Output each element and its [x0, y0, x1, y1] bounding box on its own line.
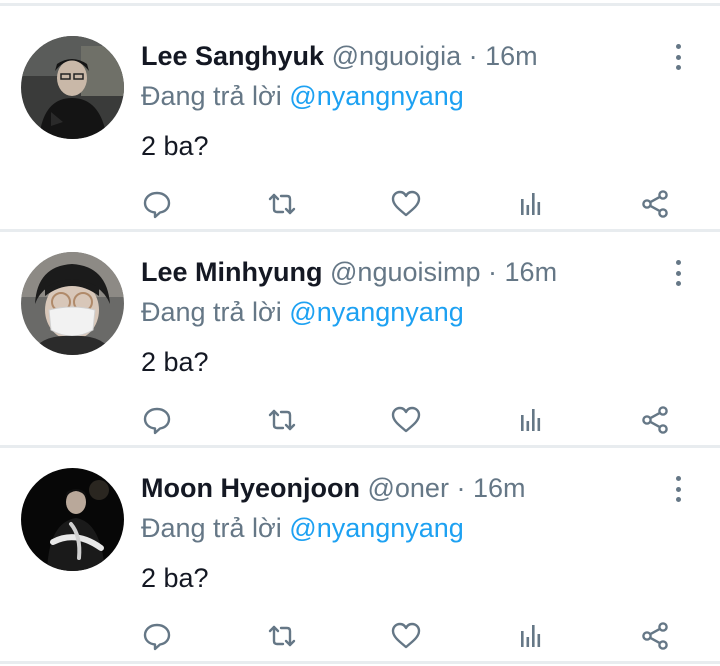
separator-dot: · [468, 41, 478, 71]
share-icon[interactable] [635, 616, 675, 656]
avatar[interactable] [21, 468, 124, 571]
tweet-text: 2 ba? [141, 347, 209, 377]
reply-icon[interactable] [137, 616, 177, 656]
retweet-icon[interactable] [262, 400, 302, 440]
share-icon[interactable] [635, 184, 675, 224]
display-name[interactable]: Moon Hyeonjoon [141, 473, 360, 503]
more-vertical-icon[interactable] [664, 256, 692, 290]
analytics-icon[interactable] [511, 400, 551, 440]
avatar[interactable] [21, 36, 124, 139]
action-bar [0, 400, 720, 440]
action-bar [0, 184, 720, 224]
timestamp[interactable]: 16m [505, 257, 558, 287]
retweet-icon[interactable] [262, 616, 302, 656]
reply-context: Đang trả lời @nyangnyang [141, 508, 464, 548]
timestamp[interactable]: 16m [473, 473, 526, 503]
heart-icon[interactable] [386, 616, 426, 656]
reply-prefix: Đang trả lời [141, 297, 282, 327]
reply-mention-link[interactable]: @nyangnyang [289, 297, 464, 327]
retweet-icon[interactable] [262, 184, 302, 224]
tweet-header: Lee Sanghyuk @nguoigia · 16m [141, 36, 538, 76]
share-icon[interactable] [635, 400, 675, 440]
tweet-item[interactable]: Moon Hyeonjoon @oner · 16m Đang trả lời … [0, 438, 720, 651]
tweet-header: Lee Minhyung @nguoisimp · 16m [141, 252, 557, 292]
reply-icon[interactable] [137, 400, 177, 440]
tweet-text: 2 ba? [141, 563, 209, 593]
avatar[interactable] [21, 252, 124, 355]
reply-prefix: Đang trả lời [141, 81, 282, 111]
timestamp[interactable]: 16m [485, 41, 538, 71]
heart-icon[interactable] [386, 400, 426, 440]
reply-context: Đang trả lời @nyangnyang [141, 292, 464, 332]
reply-context: Đang trả lời @nyangnyang [141, 76, 464, 116]
more-vertical-icon[interactable] [664, 472, 692, 506]
reply-prefix: Đang trả lời [141, 513, 282, 543]
user-handle[interactable]: @oner [367, 473, 448, 503]
user-handle[interactable]: @nguoigia [332, 41, 462, 71]
reply-mention-link[interactable]: @nyangnyang [289, 81, 464, 111]
bottom-divider [0, 661, 720, 664]
separator-dot: · [488, 257, 498, 287]
tweet-item[interactable]: Lee Sanghyuk @nguoigia · 16m Đang trả lờ… [0, 6, 720, 219]
analytics-icon[interactable] [511, 184, 551, 224]
heart-icon[interactable] [386, 184, 426, 224]
tweet-header: Moon Hyeonjoon @oner · 16m [141, 468, 526, 508]
display-name[interactable]: Lee Sanghyuk [141, 41, 324, 71]
reply-icon[interactable] [137, 184, 177, 224]
tweet-text: 2 ba? [141, 131, 209, 161]
action-bar [0, 616, 720, 656]
reply-mention-link[interactable]: @nyangnyang [289, 513, 464, 543]
analytics-icon[interactable] [511, 616, 551, 656]
user-handle[interactable]: @nguoisimp [330, 257, 480, 287]
more-vertical-icon[interactable] [664, 40, 692, 74]
tweet-item[interactable]: Lee Minhyung @nguoisimp · 16m Đang trả l… [0, 222, 720, 435]
display-name[interactable]: Lee Minhyung [141, 257, 323, 287]
separator-dot: · [456, 473, 466, 503]
